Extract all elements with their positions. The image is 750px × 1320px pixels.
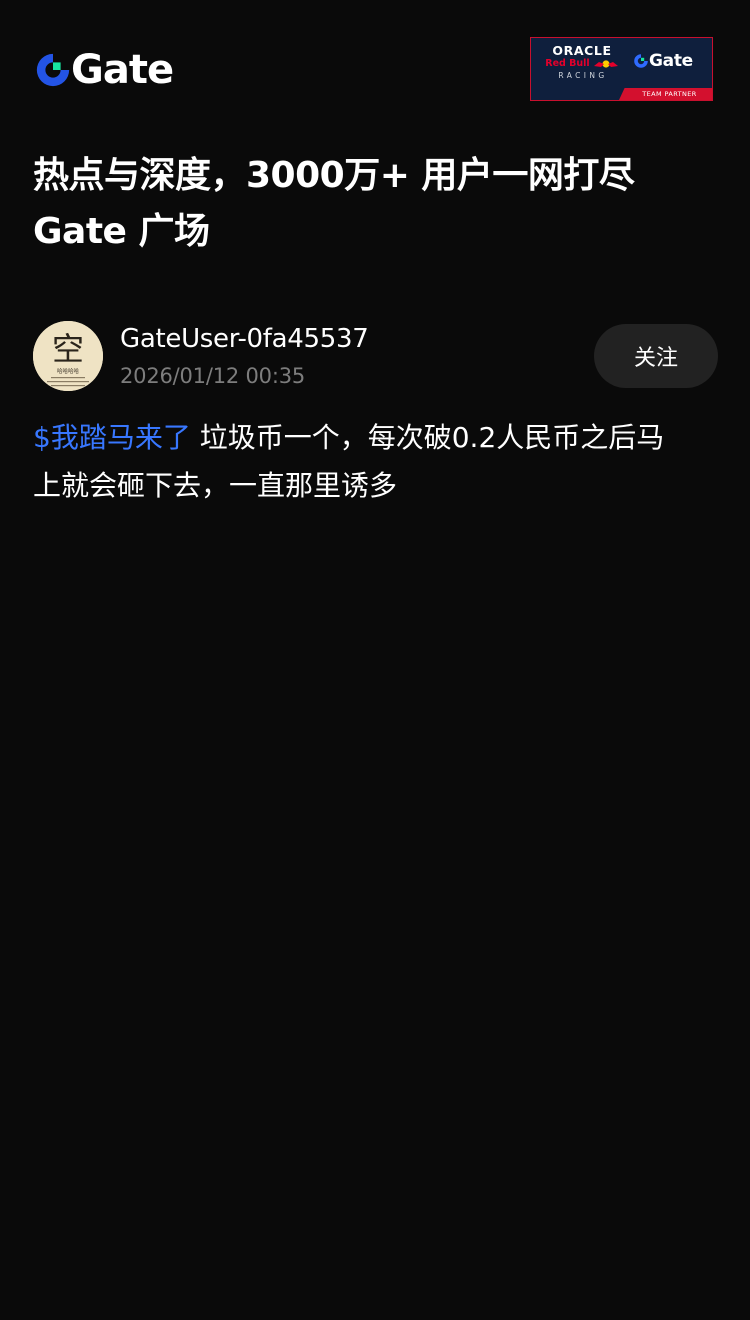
gate-square-post-page: Gate ORACLE Red Bull RACING Gate TEAM PA… xyxy=(0,0,750,1320)
team-partner-strip: TEAM PARTNER xyxy=(619,88,712,100)
banner-gate-logo: Gate xyxy=(633,52,693,70)
red-bull-emblem-icon xyxy=(593,60,618,68)
gate-logo-icon xyxy=(36,53,70,87)
red-bull-row: Red Bull xyxy=(545,58,618,70)
post-text-part-2: 上就会砸下去，一直那里诱多 xyxy=(33,469,398,502)
team-partner-text: TEAM PARTNER xyxy=(642,90,697,98)
headline-line-1: 热点与深度，3000万+ 用户一网打尽 xyxy=(33,155,635,196)
follow-button[interactable]: 关注 xyxy=(594,324,718,388)
headline-line-2: Gate 广场 xyxy=(33,211,210,252)
post-timestamp: 2026/01/12 00:35 xyxy=(120,364,306,388)
page-headline: 热点与深度，3000万+ 用户一网打尽 Gate 广场 xyxy=(33,148,723,260)
gate-logo[interactable]: Gate xyxy=(34,47,174,93)
red-bull-text: Red Bull xyxy=(545,58,590,69)
team-partner-banner[interactable]: ORACLE Red Bull RACING Gate TEAM PARTNER xyxy=(530,37,713,101)
post-content-line-1: $我踏马来了 垃圾币一个，每次破0.2人民币之后马 xyxy=(33,414,723,462)
banner-gate-logo-icon xyxy=(634,54,648,68)
racing-text: RACING xyxy=(558,71,608,80)
banner-gate-logo-text: Gate xyxy=(649,51,693,71)
oracle-red-bull-racing-logo: ORACLE Red Bull RACING xyxy=(541,43,623,82)
post-text-part-1: 垃圾币一个，每次破0.2人民币之后马 xyxy=(190,421,665,454)
author-avatar[interactable]: 空 哈哈哈哈 xyxy=(33,321,103,391)
avatar-image: 空 哈哈哈哈 xyxy=(33,321,103,391)
coin-tag-link[interactable]: $我踏马来了 xyxy=(33,421,191,454)
author-username[interactable]: GateUser-0fa45537 xyxy=(120,321,369,357)
gate-logo-text: Gate xyxy=(71,47,174,93)
avatar-glyph: 空 xyxy=(52,330,84,368)
post-content: $我踏马来了 垃圾币一个，每次破0.2人民币之后马 上就会砸下去，一直那里诱多 xyxy=(33,414,723,510)
avatar-caption: 哈哈哈哈 xyxy=(57,367,80,375)
oracle-text: ORACLE xyxy=(552,43,612,58)
